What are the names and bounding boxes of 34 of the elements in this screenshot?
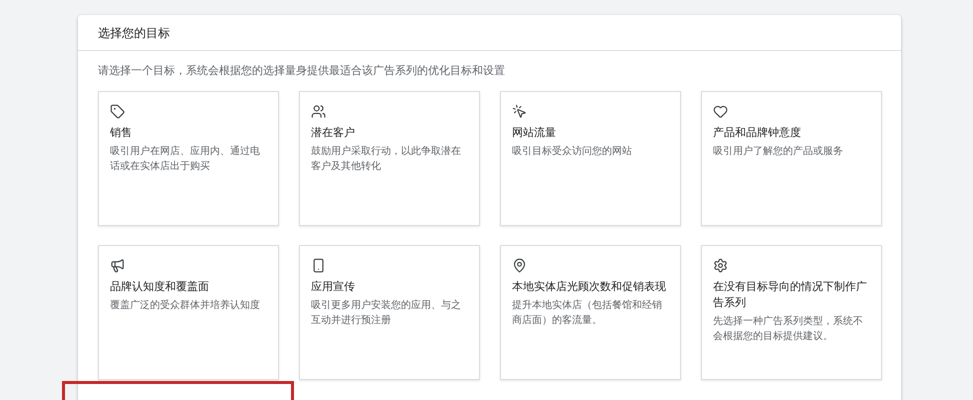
goal-card[interactable]: 在没有目标导向的情况下制作广告系列 先选择一种广告系列类型，系统不会根据您的目标提供建议。 bbox=[701, 244, 882, 380]
settings-icon bbox=[713, 258, 728, 272]
goal-description: 提升本地实体店（包括餐馆和经销商店面）的客流量。 bbox=[512, 298, 663, 328]
goal-title: 在没有目标导向的情况下制作广告系列 bbox=[713, 280, 868, 310]
goal-title: 品牌认知度和覆盖面 bbox=[110, 280, 210, 294]
goal-card[interactable]: 销售 吸引用户在网店、应用内、通过电话或在实体店出于购买 bbox=[98, 90, 279, 226]
tag-icon bbox=[110, 104, 125, 118]
goal-title: 本地实体店光顾次数和促销表现 bbox=[512, 280, 667, 294]
goal-description: 鼓励用户采取行动，以此争取潜在客户及其他转化 bbox=[311, 144, 462, 174]
panel-title: 选择您的目标 bbox=[98, 24, 170, 42]
goal-description: 吸引更多用户安装您的应用、与之互动并进行预注册 bbox=[311, 298, 462, 328]
cursor-click-icon bbox=[512, 104, 527, 118]
goal-card[interactable]: 本地实体店光顾次数和促销表现 提升本地实体店（包括餐馆和经销商店面）的客流量。 bbox=[500, 244, 681, 380]
phone-icon bbox=[311, 258, 326, 272]
megaphone-icon bbox=[110, 258, 125, 272]
goal-description: 吸引用户在网店、应用内、通过电话或在实体店出于购买 bbox=[110, 144, 261, 174]
map-pin-icon bbox=[512, 258, 527, 272]
panel-subtitle: 请选择一个目标，系统会根据您的选择量身提供最适合该广告系列的优化目标和设置 bbox=[98, 64, 506, 79]
goal-title: 销售 bbox=[110, 126, 133, 140]
goal-description: 先选择一种广告系列类型，系统不会根据您的目标提供建议。 bbox=[713, 314, 864, 344]
goal-title: 应用宣传 bbox=[311, 280, 356, 294]
goal-title: 产品和品牌钟意度 bbox=[713, 126, 802, 140]
goal-description: 覆盖广泛的受众群体并培养认知度 bbox=[110, 298, 261, 312]
goal-title: 潜在客户 bbox=[311, 126, 356, 140]
goal-description: 吸引用户了解您的产品或服务 bbox=[713, 144, 844, 158]
people-icon bbox=[311, 104, 326, 118]
goal-card[interactable]: 产品和品牌钟意度 吸引用户了解您的产品或服务 bbox=[701, 90, 882, 226]
goal-card[interactable]: 潜在客户 鼓励用户采取行动，以此争取潜在客户及其他转化 bbox=[299, 90, 480, 226]
heart-icon bbox=[713, 104, 728, 118]
goal-card[interactable]: 应用宣传 吸引更多用户安装您的应用、与之互动并进行预注册 bbox=[299, 244, 480, 380]
goal-card[interactable]: 网站流量 吸引目标受众访问您的网站 bbox=[500, 90, 681, 226]
goal-card[interactable]: 品牌认知度和覆盖面 覆盖广泛的受众群体并培养认知度 bbox=[98, 244, 279, 380]
goal-description: 吸引目标受众访问您的网站 bbox=[512, 144, 633, 158]
goal-title: 网站流量 bbox=[512, 126, 557, 140]
